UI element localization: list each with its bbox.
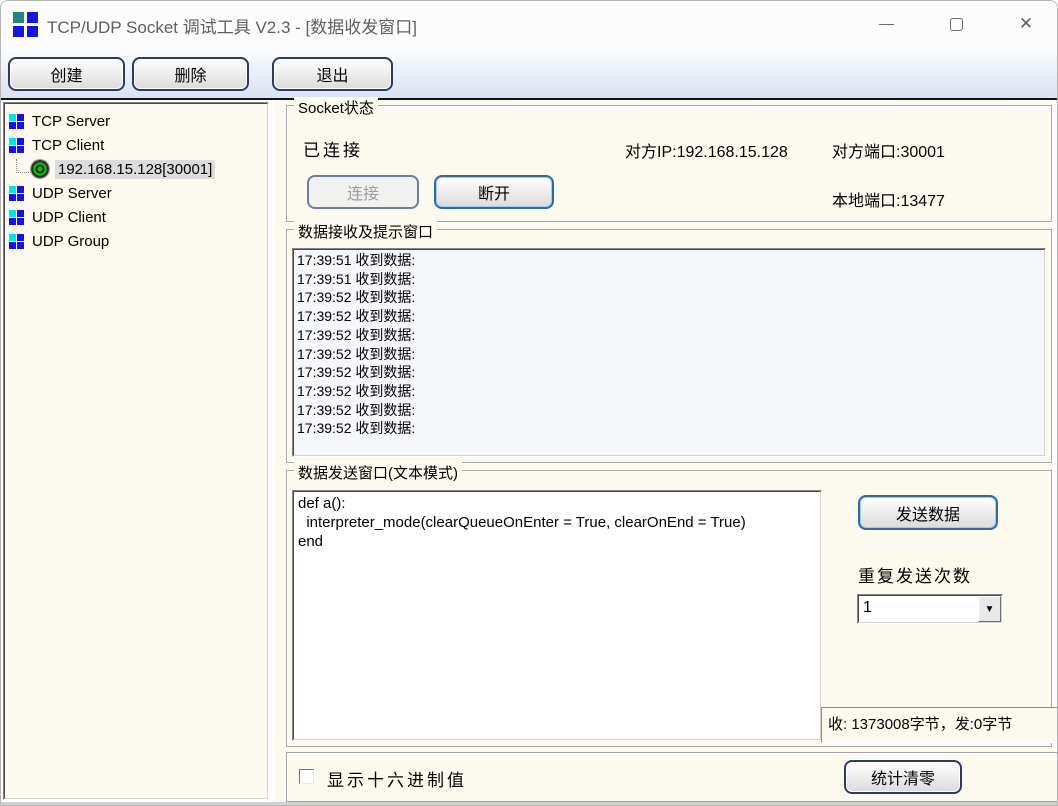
hex-display-checkbox[interactable]: [299, 769, 314, 784]
tree-item[interactable]: TCP Server: [9, 109, 265, 133]
repeat-count-label: 重复发送次数: [858, 562, 972, 587]
connection-icon: [31, 160, 49, 178]
chevron-down-icon: ▼: [985, 604, 995, 615]
clear-stats-button[interactable]: 统计清零: [844, 760, 962, 794]
receive-log-box[interactable]: 17:39:51 收到数据: 17:39:51 收到数据: 17:39:52 收…: [292, 248, 1046, 457]
socket-grid-icon: [9, 234, 24, 249]
tree-item[interactable]: UDP Group: [9, 229, 265, 253]
byte-counter-text: 收: 1373008字节，发:0字节: [822, 708, 1058, 741]
tree-item-label: TCP Client: [32, 137, 104, 154]
tree-item[interactable]: 192.168.15.128[30001]: [9, 157, 265, 181]
title-bar: TCP/UDP Socket 调试工具 V2.3 - [数据收发窗口] ✕: [1, 1, 1058, 48]
connection-tree-panel: TCP Server TCP Client 192.168.15.128[30001…: [3, 102, 269, 800]
connection-state-text: 已连接: [303, 136, 363, 161]
close-button[interactable]: ✕: [1003, 8, 1049, 40]
toolbar: 创建 删除 退出: [1, 48, 1058, 100]
app-window: TCP/UDP Socket 调试工具 V2.3 - [数据收发窗口] ✕ 创建…: [0, 0, 1058, 806]
receive-group-label: 数据接收及提示窗口: [294, 221, 437, 242]
send-text-content: def a(): interpreter_mode(clearQueueOnEn…: [294, 492, 820, 553]
byte-counter-box: 收: 1373008字节，发:0字节: [821, 707, 1058, 743]
window-title: TCP/UDP Socket 调试工具 V2.3 - [数据收发窗口]: [47, 13, 417, 38]
tree-item-label: TCP Server: [32, 113, 110, 130]
close-icon: ✕: [1019, 14, 1033, 34]
tree-item-label: UDP Group: [32, 233, 109, 250]
send-group-label: 数据发送窗口(文本模式): [294, 462, 462, 483]
create-button[interactable]: 创建: [8, 57, 125, 91]
repeat-count-value: 1: [859, 596, 978, 622]
minimize-icon: [879, 24, 894, 25]
tree-item[interactable]: UDP Server: [9, 181, 265, 205]
hex-display-label: 显示十六进制值: [327, 766, 467, 791]
local-port-label: 本地端口:13477: [832, 187, 945, 211]
socket-grid-icon: [9, 186, 24, 201]
connect-button[interactable]: 连接: [307, 175, 419, 209]
dropdown-button[interactable]: ▼: [978, 596, 1001, 622]
socket-grid-icon: [9, 138, 24, 153]
exit-button[interactable]: 退出: [272, 57, 393, 91]
tree-item[interactable]: UDP Client: [9, 205, 265, 229]
tree-item-label: UDP Server: [32, 185, 112, 202]
maximize-button[interactable]: [933, 8, 979, 40]
peer-port-label: 对方端口:30001: [832, 138, 945, 162]
tree-connector-line: [16, 159, 29, 173]
window-right-margin: [1053, 100, 1058, 707]
bottom-option-bar: 显示十六进制值 统计清零: [286, 752, 1058, 802]
socket-status-group-label: Socket状态: [294, 97, 378, 118]
app-icon: [13, 12, 38, 37]
delete-button[interactable]: 删除: [132, 57, 249, 91]
receive-log-text: 17:39:51 收到数据: 17:39:51 收到数据: 17:39:52 收…: [294, 250, 1044, 439]
minimize-button[interactable]: [863, 8, 909, 40]
maximize-icon: [950, 18, 963, 31]
repeat-count-dropdown[interactable]: 1 ▼: [857, 594, 1003, 624]
tree-item-label: 192.168.15.128[30001]: [55, 160, 215, 179]
tree-item[interactable]: TCP Client: [9, 133, 265, 157]
send-text-box[interactable]: def a(): interpreter_mode(clearQueueOnEn…: [292, 490, 822, 741]
socket-grid-icon: [9, 114, 24, 129]
socket-grid-icon: [9, 210, 24, 225]
socket-status-group: Socket状态 已连接 对方IP:192.168.15.128 对方端口:30…: [286, 105, 1052, 222]
peer-ip-label: 对方IP:192.168.15.128: [625, 138, 788, 162]
receive-data-group: 数据接收及提示窗口 17:39:51 收到数据: 17:39:51 收到数据: …: [286, 229, 1052, 463]
disconnect-button[interactable]: 断开: [434, 175, 554, 209]
tree: TCP Server TCP Client 192.168.15.128[30001…: [5, 104, 267, 253]
tree-item-label: UDP Client: [32, 209, 106, 226]
send-data-button[interactable]: 发送数据: [858, 495, 998, 530]
send-data-group: 数据发送窗口(文本模式) def a(): interpreter_mode(c…: [286, 470, 1052, 747]
window-bottom-edge: [1, 802, 1058, 806]
